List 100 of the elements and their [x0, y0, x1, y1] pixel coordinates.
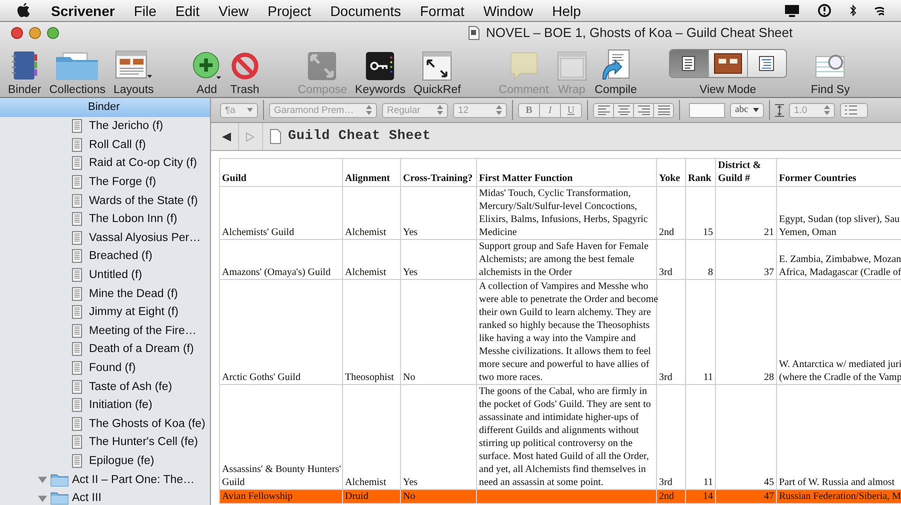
justify-icon	[658, 105, 670, 115]
binder-item[interactable]: Epilogue (fe)	[0, 452, 210, 470]
binder-item[interactable]: The Ghosts of Koa (fe)	[0, 414, 210, 434]
expanded-triangle-icon[interactable]	[38, 494, 47, 503]
binder-item[interactable]: The Jericho (f)	[0, 117, 210, 136]
binder-item[interactable]: Untitled (f)	[0, 266, 210, 284]
document-icon	[72, 286, 82, 301]
caret-icon	[247, 108, 253, 112]
align-right-icon	[638, 105, 650, 115]
column-header: Alignment	[342, 158, 400, 186]
menu-item[interactable]: Format	[420, 2, 464, 18]
table-cell: 14	[686, 490, 716, 504]
table-cell: 3rd	[656, 280, 686, 384]
binder-header: Binder	[0, 98, 210, 117]
menu-item[interactable]: Scrivener	[51, 2, 115, 18]
document-icon	[72, 119, 82, 134]
stepper-icon	[437, 105, 443, 115]
binder-item[interactable]: The Hunter's Cell (fe)	[0, 433, 210, 452]
table-cell: 11	[686, 384, 716, 490]
line-spacing-icon[interactable]	[775, 104, 784, 116]
binder-item[interactable]: Roll Call (f)	[0, 136, 210, 154]
table-cell: 2nd	[656, 490, 686, 504]
window-title: NOVEL – BOE 1, Ghosts of Koa – Guild Cheat Sheet	[486, 25, 793, 40]
toolbar-button[interactable]: Add	[188, 44, 226, 96]
binder-item[interactable]: Act II – Part One: The…	[0, 470, 210, 489]
document-icon	[72, 454, 82, 468]
back-arrow-icon[interactable]	[222, 132, 231, 142]
document-icon	[72, 416, 82, 431]
table-cell: Druid	[342, 490, 400, 504]
binder-item[interactable]: Initiation (fe)	[0, 396, 210, 414]
view-mode-segment[interactable]	[670, 50, 709, 77]
window-layout-icon	[114, 50, 153, 81]
binder-item[interactable]: Wards of the State (f)	[0, 191, 210, 210]
document-icon	[270, 129, 281, 144]
document-icon	[72, 324, 82, 338]
table-cell: 47	[716, 490, 776, 504]
binder-item[interactable]: Death of a Dream (f)	[0, 340, 210, 359]
notebook-icon	[10, 50, 39, 81]
binder-item[interactable]: Found (f)	[0, 358, 210, 378]
menu-item[interactable]: File	[134, 2, 156, 18]
table-cell: Russian Federation/Siberia, M	[776, 490, 901, 504]
folder-icon	[50, 472, 69, 487]
apple-logo-icon[interactable]	[16, 2, 31, 19]
toolbar-button[interactable]: Binder	[4, 44, 46, 96]
bluetooth-icon[interactable]	[849, 3, 857, 18]
binder-item[interactable]: Taste of Ash (fe)	[0, 377, 210, 396]
table-cell: Alchemists' Guild	[220, 186, 342, 240]
table-cell: 37	[716, 240, 776, 280]
menu-item[interactable]: Help	[552, 2, 581, 18]
document-icon	[72, 175, 82, 190]
table-cell: 3rd	[656, 384, 686, 490]
prohibited-icon	[230, 51, 260, 81]
column-header: Yoke	[656, 158, 686, 186]
binder-item[interactable]: Vassal Alyosius Per…	[0, 228, 210, 248]
align-center-icon	[618, 105, 630, 115]
toolbar-button[interactable]: Keywords	[351, 44, 410, 96]
table-cell: Midas' Touch, Cyclic Transformation, Mercury/Salt/Sulfur-level Concoctions, Elixirs, Balms, Infusions, Herbs, Spagyric Medicine	[476, 186, 656, 240]
binder-item[interactable]: The Lobon Inn (f)	[0, 210, 210, 229]
toolbar-button[interactable]: Find Sy	[806, 44, 854, 96]
table-cell: Avian Fellowship	[220, 490, 342, 504]
menu-item[interactable]: Project	[268, 2, 312, 18]
key-icon	[365, 51, 396, 81]
document-icon	[72, 194, 82, 208]
plus-icon	[192, 51, 222, 81]
list-dropdown[interactable]	[840, 102, 868, 118]
document-icon	[72, 342, 82, 356]
binder-item[interactable]: Mine the Dead (f)	[0, 284, 210, 303]
toolbar-button[interactable]: QuickRef	[410, 44, 465, 96]
toolbar-button[interactable]: Trash	[226, 44, 264, 96]
document-icon	[72, 268, 82, 282]
table-cell: 15	[686, 186, 716, 240]
align-left-icon	[598, 105, 610, 115]
expanded-triangle-icon[interactable]	[38, 475, 47, 484]
binder-item[interactable]: Act III	[0, 488, 210, 505]
table-cell: 11	[686, 280, 716, 384]
menu-item[interactable]: Window	[483, 2, 534, 18]
highlight-dropdown[interactable]: abc	[730, 102, 764, 118]
binder-item[interactable]: Jimmy at Eight (f)	[0, 302, 210, 322]
binder-item[interactable]: Meeting of the Fire…	[0, 322, 210, 340]
toolbar-button[interactable]: Layouts	[110, 44, 158, 96]
document-icon	[72, 380, 82, 394]
table-cell: 21	[716, 186, 776, 240]
zoom-button[interactable]	[47, 27, 59, 39]
menu-item[interactable]: View	[218, 2, 249, 18]
menu-item[interactable]: Edit	[175, 2, 200, 18]
document-icon	[72, 230, 82, 245]
binder-item[interactable]: Raid at Co-op City (f)	[0, 154, 210, 173]
toolbar-button[interactable]: Compile	[590, 44, 641, 96]
table-cell: Amazons' (Omaya's) Guild	[220, 240, 342, 280]
display-icon[interactable]	[784, 4, 800, 18]
binder-item[interactable]: Breached (f)	[0, 247, 210, 266]
table-cell: Yes	[400, 186, 476, 240]
menu-item[interactable]: Documents	[330, 2, 401, 18]
toolbar-button[interactable]: Collections	[45, 44, 110, 96]
binder-item[interactable]: The Forge (f)	[0, 172, 210, 192]
window-icon	[556, 51, 587, 81]
minimize-button[interactable]	[29, 27, 41, 39]
stepper-icon	[496, 105, 502, 115]
text-color-well[interactable]	[689, 102, 725, 118]
close-button[interactable]	[11, 27, 23, 39]
